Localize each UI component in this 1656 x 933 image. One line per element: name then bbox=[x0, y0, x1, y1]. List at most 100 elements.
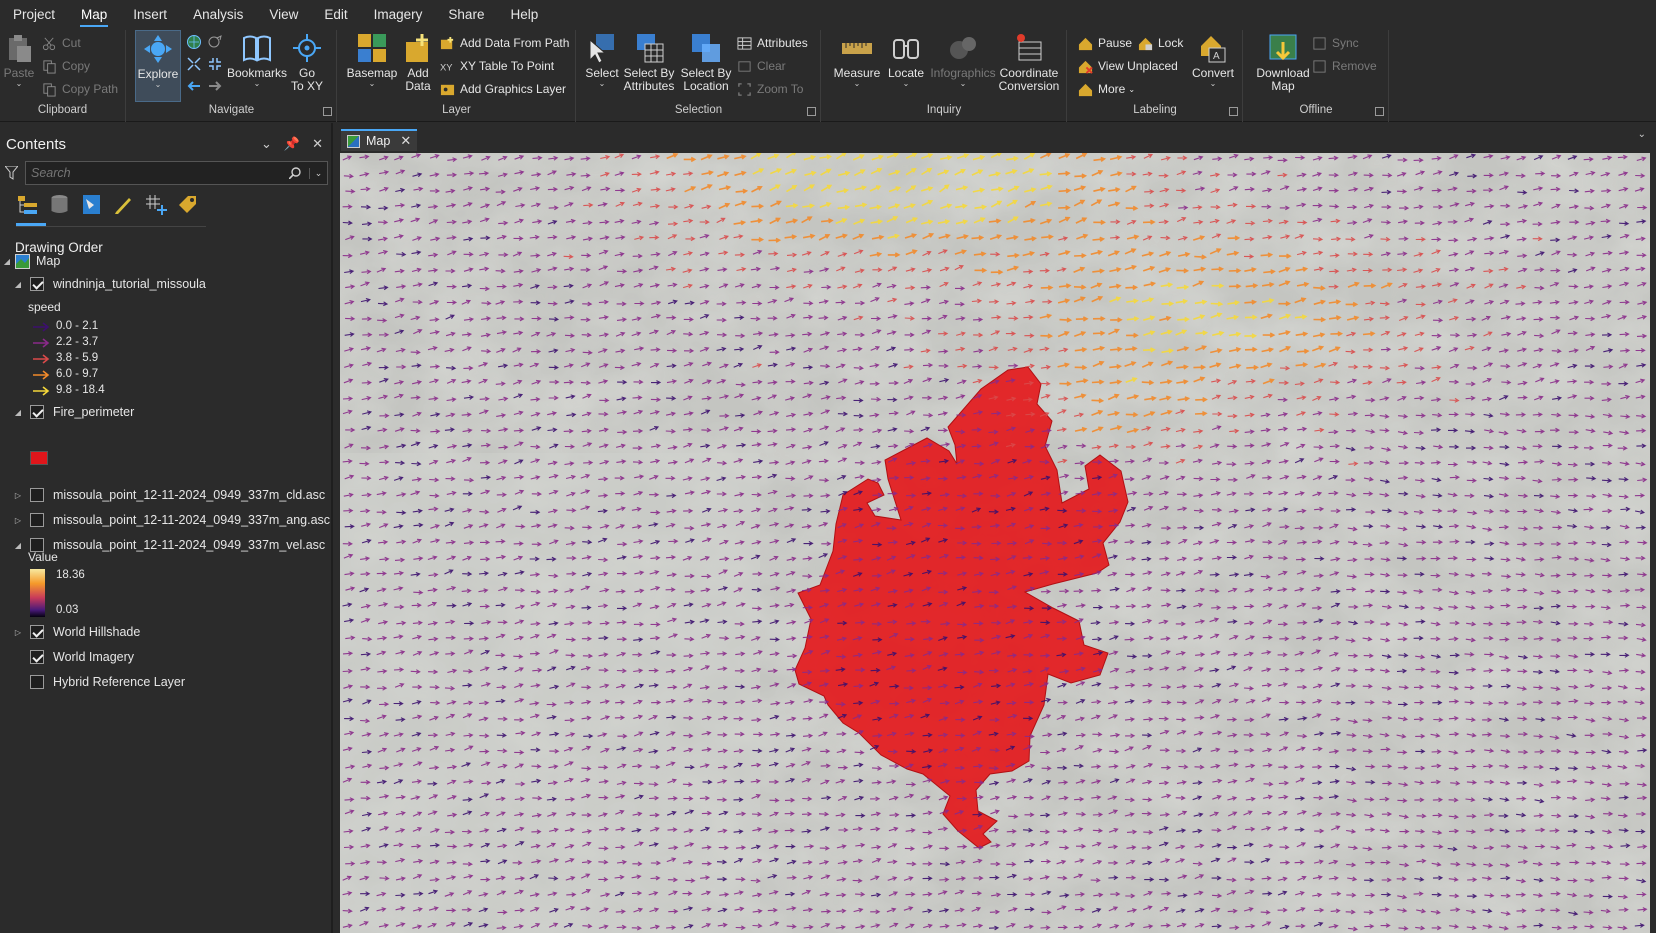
locate-button[interactable]: Locate ⌄ bbox=[884, 30, 928, 88]
map-view[interactable] bbox=[340, 153, 1650, 933]
bookmarks-button[interactable]: Bookmarks ⌄ bbox=[227, 30, 287, 88]
menu-tab-view[interactable]: View bbox=[256, 0, 311, 30]
convert-labels-button[interactable]: A Convert ⌄ bbox=[1188, 30, 1238, 88]
list-by-labeling-icon[interactable] bbox=[176, 193, 199, 216]
svg-text:A: A bbox=[1213, 51, 1220, 62]
basemap-button[interactable]: Basemap ⌄ bbox=[346, 30, 398, 88]
fire-perimeter-symbol-swatch[interactable] bbox=[30, 451, 48, 465]
convert-labels-icon: A bbox=[1201, 36, 1226, 63]
add-graphics-layer-button[interactable]: Add Graphics Layer bbox=[440, 79, 566, 99]
menu-tab-share[interactable]: Share bbox=[435, 0, 497, 30]
select-button[interactable]: Select ⌄ bbox=[585, 30, 619, 88]
list-by-data-source-icon[interactable] bbox=[48, 193, 71, 216]
cut-button[interactable]: Cut bbox=[42, 33, 81, 53]
layer-row-hybrid-reference[interactable]: Hybrid Reference Layer bbox=[13, 671, 185, 693]
speed-class-arrow-icon bbox=[33, 370, 50, 380]
copy-button[interactable]: Copy bbox=[42, 56, 90, 76]
menu-tab-help[interactable]: Help bbox=[497, 0, 551, 30]
collapse-layer-triangle-icon[interactable]: ◢ bbox=[13, 408, 23, 417]
graphics-layer-icon bbox=[440, 84, 455, 95]
lock-labels-button[interactable]: Lock bbox=[1138, 33, 1183, 53]
speed-class-label: 2.2 - 3.7 bbox=[56, 336, 99, 348]
full-extent-globe-icon[interactable] bbox=[186, 34, 202, 50]
back-arrow-icon[interactable] bbox=[186, 78, 202, 94]
speed-legend-title: speed bbox=[28, 300, 61, 314]
add-data-from-path-button[interactable]: Add Data From Path bbox=[440, 33, 569, 53]
expand-layer-triangle-icon[interactable]: ▷ bbox=[13, 491, 23, 500]
collapse-layer-triangle-icon[interactable]: ◢ bbox=[13, 541, 23, 550]
layer-visibility-checkbox[interactable] bbox=[30, 650, 44, 664]
contents-search-input[interactable] bbox=[26, 166, 289, 180]
select-by-attributes-button[interactable]: Select By Attributes bbox=[621, 30, 677, 93]
layer-row-windninja[interactable]: ◢ windninja_tutorial_missoula bbox=[13, 273, 206, 295]
pane-options-chevron-icon[interactable]: ⌄ bbox=[261, 136, 272, 152]
menu-tab-analysis[interactable]: Analysis bbox=[180, 0, 256, 30]
paste-button[interactable]: Paste ⌄ bbox=[4, 30, 34, 88]
xy-table-to-point-button[interactable]: XY XY Table To Point bbox=[440, 56, 554, 76]
fixed-zoom-out-icon[interactable] bbox=[207, 56, 223, 72]
layer-row-vel-asc[interactable]: ◢ missoula_point_12-11-2024_0949_337m_ve… bbox=[13, 534, 325, 556]
map-view-tab[interactable]: Map ✕ bbox=[341, 129, 417, 151]
measure-dropdown-icon: ⌄ bbox=[853, 79, 861, 88]
menu-tab-insert[interactable]: Insert bbox=[120, 0, 180, 30]
layer-row-world-imagery[interactable]: World Imagery bbox=[13, 646, 134, 668]
zoom-to-selection-button[interactable]: Zoom To bbox=[737, 79, 803, 99]
layer-visibility-checkbox[interactable] bbox=[30, 513, 44, 527]
close-pane-icon[interactable]: ✕ bbox=[312, 136, 323, 152]
previous-extent-icon[interactable] bbox=[207, 34, 223, 50]
more-labeling-button[interactable]: More ⌄ bbox=[1078, 79, 1135, 99]
go-to-xy-button[interactable]: Go To XY bbox=[287, 30, 327, 93]
coordinate-conversion-button[interactable]: Coordinate Conversion bbox=[994, 30, 1064, 93]
add-data-button[interactable]: Add Data bbox=[400, 30, 436, 93]
clear-selection-button[interactable]: Clear bbox=[737, 56, 786, 76]
collapse-layer-triangle-icon[interactable]: ◢ bbox=[13, 280, 23, 289]
tab-list-chevron-icon[interactable]: ⌄ bbox=[1638, 129, 1646, 140]
infographics-button[interactable]: Infographics ⌄ bbox=[928, 30, 998, 88]
expand-layer-triangle-icon[interactable]: ▷ bbox=[13, 516, 23, 525]
layer-visibility-checkbox[interactable] bbox=[30, 675, 44, 689]
filter-icon[interactable] bbox=[5, 166, 18, 180]
search-icon[interactable] bbox=[289, 167, 301, 179]
list-by-drawing-order-icon[interactable] bbox=[16, 193, 39, 216]
layer-visibility-checkbox[interactable] bbox=[30, 405, 44, 419]
fixed-zoom-in-icon[interactable] bbox=[186, 56, 202, 72]
remove-offline-button[interactable]: Remove bbox=[1312, 56, 1377, 76]
forward-arrow-icon[interactable] bbox=[207, 78, 223, 94]
search-options-chevron-icon[interactable]: ⌄ bbox=[309, 167, 327, 179]
select-by-location-button[interactable]: Select By Location bbox=[679, 30, 733, 93]
expand-layer-triangle-icon[interactable]: ▷ bbox=[13, 628, 23, 637]
layer-name: windninja_tutorial_missoula bbox=[53, 277, 206, 291]
view-unplaced-button[interactable]: View Unplaced bbox=[1078, 56, 1178, 76]
menu-tab-map[interactable]: Map bbox=[68, 0, 120, 30]
layer-row-ang-asc[interactable]: ▷ missoula_point_12-11-2024_0949_337m_an… bbox=[13, 509, 330, 531]
download-map-button[interactable]: Download Map bbox=[1252, 30, 1314, 93]
layer-visibility-checkbox[interactable] bbox=[30, 277, 44, 291]
measure-button[interactable]: Measure ⌄ bbox=[832, 30, 882, 88]
close-tab-icon[interactable]: ✕ bbox=[400, 133, 411, 149]
layer-row-cld-asc[interactable]: ▷ missoula_point_12-11-2024_0949_337m_cl… bbox=[13, 484, 325, 506]
explore-button[interactable]: Explore ⌄ bbox=[135, 30, 181, 102]
map-canvas[interactable] bbox=[340, 153, 1650, 933]
lock-label: Lock bbox=[1158, 36, 1184, 50]
map-node[interactable]: ◢ Map bbox=[2, 250, 60, 272]
list-by-selection-icon[interactable] bbox=[80, 193, 103, 216]
sync-button[interactable]: Sync bbox=[1312, 33, 1359, 53]
layer-visibility-checkbox[interactable] bbox=[30, 625, 44, 639]
add-graphics-layer-label: Add Graphics Layer bbox=[460, 82, 567, 96]
layer-row-world-hillshade[interactable]: ▷ World Hillshade bbox=[13, 621, 140, 643]
menu-tab-imagery[interactable]: Imagery bbox=[361, 0, 436, 30]
list-by-snapping-icon[interactable] bbox=[144, 193, 167, 216]
view-tab-strip: Map ✕ ⌄ bbox=[338, 123, 1656, 151]
list-by-editing-icon[interactable] bbox=[112, 193, 135, 216]
locate-binoculars-icon bbox=[893, 39, 919, 59]
copy-path-button[interactable]: Copy Path bbox=[42, 79, 118, 99]
menu-tab-edit[interactable]: Edit bbox=[311, 0, 360, 30]
attributes-button[interactable]: Attributes bbox=[737, 33, 808, 53]
layer-visibility-checkbox[interactable] bbox=[30, 488, 44, 502]
expand-map-triangle-icon[interactable]: ◢ bbox=[2, 257, 12, 266]
menu-tab-project[interactable]: Project bbox=[0, 0, 68, 30]
pause-labels-button[interactable]: Pause bbox=[1078, 33, 1132, 53]
layer-row-fire-perimeter[interactable]: ◢ Fire_perimeter bbox=[13, 401, 134, 423]
xy-table-icon: XY bbox=[440, 62, 453, 72]
pin-icon[interactable]: 📌 bbox=[284, 136, 300, 152]
